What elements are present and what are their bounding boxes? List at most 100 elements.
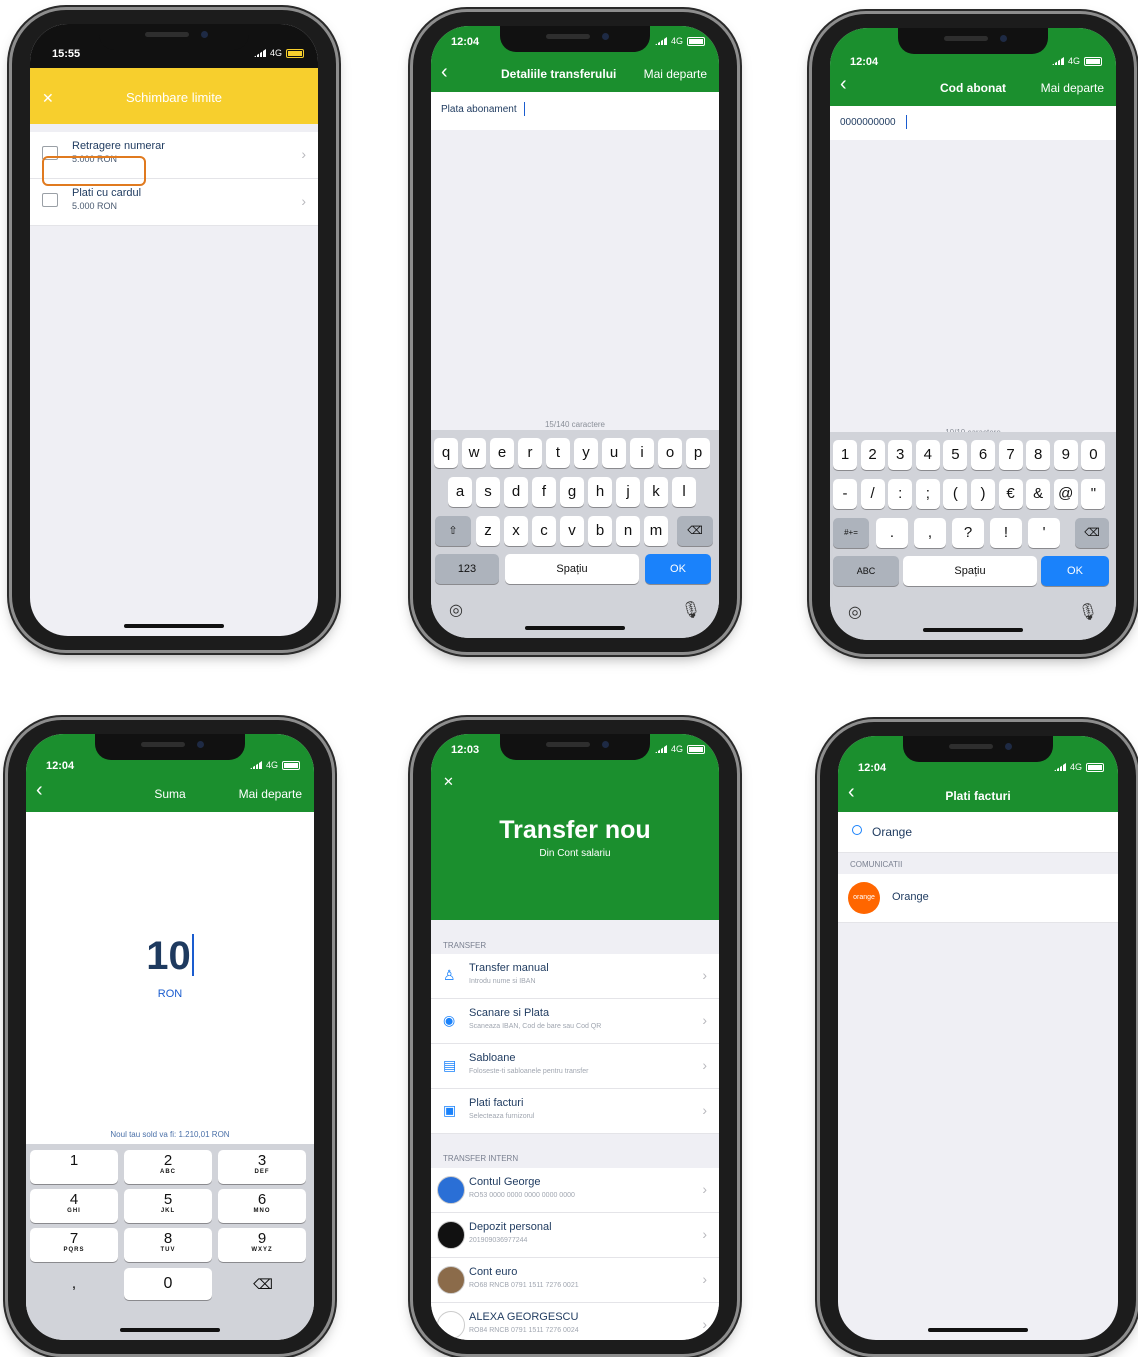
transfer-option[interactable]: ▣ Plati facturi Selecteaza furnizorul › — [431, 1089, 719, 1134]
letter-key[interactable]: w — [462, 438, 486, 468]
microphone-icon[interactable]: 🎙 — [681, 600, 701, 620]
digit-key[interactable]: 2 ABC — [124, 1150, 212, 1184]
transfer-option[interactable]: ▤ Sabloane Foloseste-ti sabloanele pentru … — [431, 1044, 719, 1089]
digit-key[interactable]: 3 — [888, 440, 913, 470]
space-key[interactable]: Spațiu — [903, 556, 1037, 586]
digit-key[interactable]: 5 — [943, 440, 968, 470]
letter-key[interactable]: i — [630, 438, 654, 468]
screen: 12:04 4G ‹ Detaliile transferului Mai de… — [431, 26, 719, 638]
internal-account[interactable]: ALEXA GEORGESCU RO84 RNCB 0791 1511 7276 … — [431, 1303, 719, 1340]
symbol-key[interactable]: € — [998, 479, 1023, 509]
details-input[interactable]: Plata abonament — [431, 92, 719, 130]
search-field[interactable]: Orange — [838, 812, 1118, 853]
punctuation-key[interactable]: , — [914, 518, 946, 548]
letter-key[interactable]: h — [588, 477, 612, 507]
letter-key[interactable]: g — [560, 477, 584, 507]
digit-key[interactable]: 6 — [971, 440, 995, 470]
backspace-key[interactable]: ⌫ — [677, 516, 713, 546]
letter-key[interactable]: v — [560, 516, 584, 546]
comma-key[interactable]: , — [30, 1268, 118, 1300]
letter-key[interactable]: y — [574, 438, 598, 468]
digit-key[interactable]: 6 MNO — [218, 1189, 306, 1223]
digit-key[interactable]: 4 — [915, 440, 940, 470]
ok-key[interactable]: OK — [645, 554, 711, 584]
internal-account[interactable]: Contul George RO53 0000 0000 0000 0000 00… — [431, 1168, 719, 1213]
symbol-key[interactable]: " — [1081, 479, 1106, 509]
letter-key[interactable]: t — [546, 438, 570, 468]
keyboard: ⇧ ⌫ 123 Spațiu OK ◎ 🎙 qwertyuiop asdfghjk… — [431, 430, 719, 638]
close-icon[interactable]: ✕ — [443, 774, 454, 790]
globe-icon[interactable]: ◎ — [848, 602, 862, 622]
letter-key[interactable]: l — [672, 477, 696, 507]
letter-key[interactable]: d — [504, 477, 528, 507]
symbol-key[interactable]: & — [1026, 479, 1051, 509]
next-button[interactable]: Mai departe — [239, 787, 302, 801]
letter-key[interactable]: j — [616, 477, 640, 507]
symbol-key[interactable]: ( — [943, 479, 968, 509]
digit-key[interactable]: 0 — [1081, 440, 1106, 470]
symbol-key[interactable]: ; — [915, 479, 940, 509]
digit-key[interactable]: 3 DEF — [218, 1150, 306, 1184]
punctuation-key[interactable]: ' — [1028, 518, 1060, 548]
symbol-key[interactable]: : — [888, 479, 913, 509]
digit-key[interactable]: 5 JKL — [124, 1189, 212, 1223]
letter-key[interactable]: u — [602, 438, 626, 468]
transfer-option[interactable]: ◉ Scanare si Plata Scaneaza IBAN, Cod de b… — [431, 999, 719, 1044]
letter-key[interactable]: r — [518, 438, 542, 468]
provider-item-orange[interactable]: orange Orange — [838, 874, 1118, 923]
letter-key[interactable]: o — [658, 438, 682, 468]
backspace-key[interactable]: ⌫ — [218, 1268, 308, 1300]
letter-key[interactable]: e — [490, 438, 514, 468]
digit-key[interactable]: 7 PQRS — [30, 1228, 118, 1262]
code-input[interactable]: 0000000000 — [830, 106, 1116, 140]
letter-key[interactable]: b — [588, 516, 612, 546]
backspace-key[interactable]: ⌫ — [1075, 518, 1109, 548]
amount-value: 10 — [146, 934, 191, 978]
symbol-key[interactable]: / — [860, 479, 885, 509]
zero-key[interactable]: 0 — [124, 1268, 212, 1300]
numbers-key[interactable]: 123 — [435, 554, 499, 584]
digit-key[interactable]: 9 WXYZ — [218, 1228, 306, 1262]
list-item-card-payments[interactable]: Plati cu cardul 5.000 RON › — [30, 179, 318, 226]
back-icon[interactable]: ‹ — [441, 62, 448, 82]
letter-key[interactable]: a — [448, 477, 472, 507]
letter-key[interactable]: n — [616, 516, 640, 546]
symbols-key[interactable]: #+= — [833, 518, 869, 548]
symbol-key[interactable]: ) — [971, 479, 995, 509]
microphone-icon[interactable]: 🎙 — [1078, 602, 1098, 622]
symbol-key[interactable]: - — [833, 479, 857, 509]
space-key[interactable]: Spațiu — [505, 554, 639, 584]
letter-key[interactable]: x — [504, 516, 528, 546]
punctuation-key[interactable]: ? — [952, 518, 984, 548]
digit-key[interactable]: 7 — [998, 440, 1023, 470]
shift-key[interactable]: ⇧ — [435, 516, 471, 546]
ok-key[interactable]: OK — [1041, 556, 1109, 586]
abc-key[interactable]: ABC — [833, 556, 899, 586]
digit-key[interactable]: 1 — [833, 440, 857, 470]
letter-key[interactable]: q — [434, 438, 458, 468]
digit-key[interactable]: 8 — [1026, 440, 1051, 470]
digit-key[interactable]: 9 — [1053, 440, 1078, 470]
transfer-option[interactable]: ♙ Transfer manual Introdu nume si IBAN › — [431, 954, 719, 999]
letter-key[interactable]: s — [476, 477, 500, 507]
letter-key[interactable]: f — [532, 477, 556, 507]
punctuation-key[interactable]: . — [876, 518, 908, 548]
digit: 1 — [69, 1152, 79, 1169]
digit-key[interactable]: 1 — [30, 1150, 118, 1184]
internal-account[interactable]: Depozit personal 201909036977244 › — [431, 1213, 719, 1258]
next-button[interactable]: Mai departe — [1041, 81, 1104, 95]
letter-key[interactable]: m — [644, 516, 668, 546]
letter-key[interactable]: k — [644, 477, 668, 507]
amount-display[interactable]: 10 — [26, 934, 314, 979]
letter-key[interactable]: p — [686, 438, 710, 468]
punctuation-key[interactable]: ! — [990, 518, 1022, 548]
next-button[interactable]: Mai departe — [644, 67, 707, 81]
digit-key[interactable]: 2 — [860, 440, 885, 470]
digit-key[interactable]: 8 TUV — [124, 1228, 212, 1262]
letter-key[interactable]: c — [532, 516, 556, 546]
letter-key[interactable]: z — [476, 516, 500, 546]
symbol-key[interactable]: @ — [1053, 479, 1078, 509]
digit-key[interactable]: 4 GHI — [30, 1189, 118, 1223]
internal-account[interactable]: Cont euro RO68 RNCB 0791 1511 7276 0021 › — [431, 1258, 719, 1303]
globe-icon[interactable]: ◎ — [449, 600, 463, 620]
